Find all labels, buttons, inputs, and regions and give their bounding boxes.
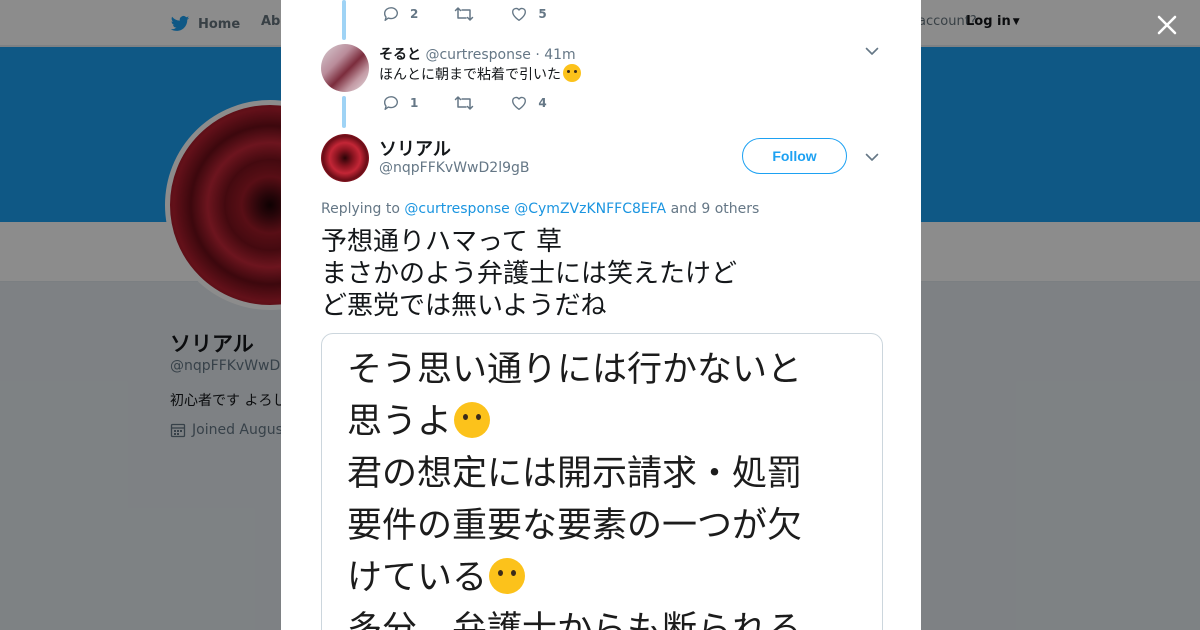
retweet-icon xyxy=(455,7,474,21)
image-text-line: けている xyxy=(347,552,802,604)
retweet-action[interactable] xyxy=(454,4,474,24)
reply-action[interactable]: 1 xyxy=(382,94,418,112)
replying-prefix: Replying to xyxy=(321,201,400,217)
image-text-line: 要件の重要な要素の一つが欠 xyxy=(347,506,803,546)
heart-icon xyxy=(512,96,527,110)
avatar[interactable] xyxy=(321,134,369,182)
image-text-line: 君の想定には開示請求・処罰 xyxy=(347,454,803,494)
avatar[interactable] xyxy=(321,44,369,92)
tweet-image[interactable]: そう思い通りには行かないと 思うよ 君の想定には開示請求・処罰 要件の重要な要素… xyxy=(321,333,883,630)
image-text: そう思い通りには行かないと 思うよ 君の想定には開示請求・処罰 要件の重要な要素… xyxy=(347,344,802,630)
reply-count: 2 xyxy=(410,7,419,21)
replying-others[interactable]: and 9 others xyxy=(671,201,760,217)
image-text-line: 思うよ xyxy=(347,396,802,448)
retweet-action[interactable] xyxy=(454,93,474,113)
thread-connector xyxy=(342,96,346,128)
close-icon xyxy=(1157,15,1177,35)
reply-tweet-actions: 1 4 xyxy=(382,93,583,113)
like-action[interactable]: 5 xyxy=(510,5,547,23)
main-author-handle[interactable]: @nqpFFKvWwD2l9gB xyxy=(379,160,530,176)
mention-link[interactable]: @CymZVzKNFFC8EFA xyxy=(514,201,666,217)
reply-author-handle[interactable]: @curtresponse xyxy=(425,47,530,63)
tweet-menu-button[interactable] xyxy=(864,149,880,165)
mention-link[interactable]: @curtresponse xyxy=(404,201,509,217)
shushing-face-emoji xyxy=(454,402,491,438)
top-tweet-actions: 2 5 xyxy=(382,4,583,24)
image-text-line: そう思い通りには行かないと xyxy=(347,350,803,390)
like-count: 5 xyxy=(538,7,547,21)
tweet-text-line: 予想通りハマって 草 xyxy=(321,227,562,257)
reply-header: そると @curtresponse · 41m xyxy=(379,44,576,64)
replying-to: Replying to @curtresponse @CymZVzKNFFC8E… xyxy=(321,201,759,217)
reply-icon xyxy=(384,96,398,110)
chevron-down-icon xyxy=(865,153,879,161)
image-text-line: 多分、弁護士からも断られる xyxy=(347,610,803,630)
close-button[interactable] xyxy=(1154,12,1180,38)
follow-button[interactable]: Follow xyxy=(742,138,847,174)
reply-count: 1 xyxy=(410,96,419,110)
smirking-face-emoji xyxy=(489,558,526,594)
reply-text: ほんとに朝まで粘着で引いた xyxy=(379,64,581,84)
tweet-text: 予想通りハマって 草 まさかのよう弁護士には笑えたけど ど悪党では無いようだね xyxy=(321,226,737,322)
tweet-modal: 2 5 そると @curtresponse · 41m ほんとに朝まで粘着で引い… xyxy=(281,0,921,630)
reply-author-name[interactable]: そると xyxy=(379,47,421,63)
tweet-text-line: ど悪党では無いようだね xyxy=(321,291,607,321)
chevron-down-icon xyxy=(865,47,879,55)
anxious-face-emoji xyxy=(563,64,581,82)
reply-icon xyxy=(384,7,398,21)
reply-menu-button[interactable] xyxy=(864,43,880,59)
reply-text-body: ほんとに朝まで粘着で引いた xyxy=(379,67,561,83)
thread-connector xyxy=(342,0,346,40)
tweet-text-line: まさかのよう弁護士には笑えたけど xyxy=(321,259,738,289)
heart-icon xyxy=(512,7,527,21)
retweet-icon xyxy=(455,96,474,110)
reply-action[interactable]: 2 xyxy=(382,5,418,23)
reply-timestamp[interactable]: · 41m xyxy=(535,47,575,63)
main-author-name[interactable]: ソリアル xyxy=(379,135,451,161)
like-action[interactable]: 4 xyxy=(510,94,547,112)
like-count: 4 xyxy=(538,96,547,110)
